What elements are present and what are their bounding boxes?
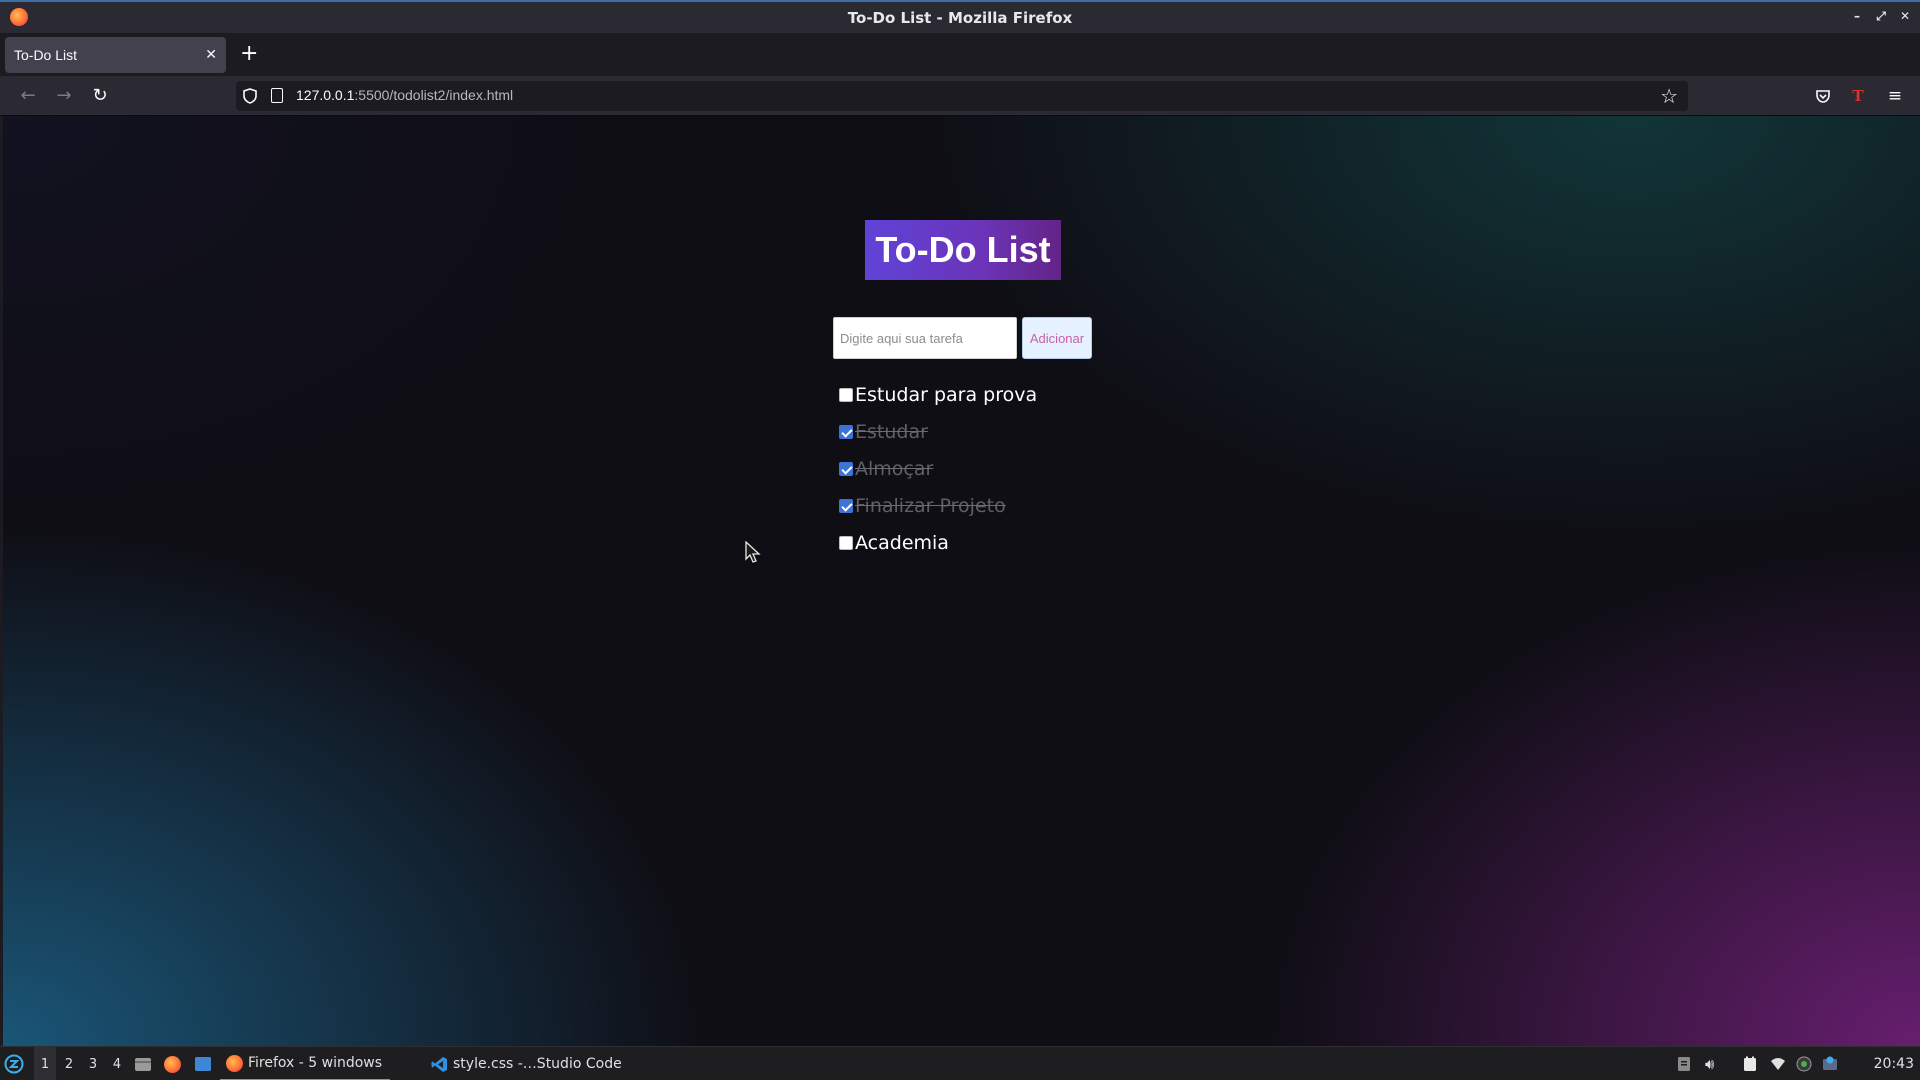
task-item: Estudar (839, 413, 1037, 450)
firefox-launcher-icon[interactable] (164, 1047, 181, 1080)
reload-icon[interactable]: ↻ (88, 84, 112, 108)
back-arrow-icon[interactable]: ← (16, 84, 40, 108)
workspace-2[interactable]: 2 (58, 1047, 80, 1080)
task-label: Estudar (855, 420, 928, 443)
update-notifier-icon[interactable] (1822, 1056, 1838, 1072)
workspace-3[interactable]: 3 (82, 1047, 104, 1080)
task-label: Finalizar Projeto (855, 494, 1006, 517)
pocket-icon[interactable] (1811, 84, 1835, 108)
task-label: Academia (855, 531, 949, 554)
workspace-4[interactable]: 4 (106, 1047, 128, 1080)
workspace-1[interactable]: 1 (34, 1047, 56, 1080)
task-item: Estudar para prova (839, 376, 1037, 413)
system-taskbar: 1 2 3 4 Firefox - 5 windows style.css -…… (0, 1046, 1920, 1080)
wifi-icon[interactable] (1770, 1056, 1786, 1072)
url-path: :5500/todolist2/index.html (354, 87, 514, 103)
file-manager-icon[interactable] (134, 1047, 152, 1080)
task-label: Almoçar (855, 457, 934, 480)
url-bar[interactable]: 127.0.0.1:5500/todolist2/index.html ☆ (236, 81, 1688, 111)
window-title: To-Do List - Mozilla Firefox (847, 8, 1073, 27)
tab-label: To-Do List (14, 47, 78, 63)
task-item: Almoçar (839, 450, 1037, 487)
firefox-icon (10, 8, 28, 26)
forward-arrow-icon[interactable]: → (52, 84, 76, 108)
task-item: Finalizar Projeto (839, 487, 1037, 524)
clipboard-icon[interactable] (1676, 1056, 1692, 1072)
url-text[interactable]: 127.0.0.1:5500/todolist2/index.html (296, 87, 513, 103)
task-checkbox[interactable] (839, 498, 853, 513)
start-menu-icon[interactable] (4, 1047, 24, 1080)
navigation-bar: ← → ↻ 127.0.0.1:5500/todolist2/index.htm… (0, 76, 1920, 116)
close-tab-icon[interactable]: ✕ (205, 46, 217, 64)
mouse-pointer-icon (745, 541, 761, 563)
hamburger-menu-icon[interactable]: ≡ (1883, 84, 1907, 108)
tab-todo-list[interactable]: To-Do List ✕ (5, 37, 226, 73)
new-tab-icon[interactable]: + (240, 43, 258, 65)
volume-icon[interactable]: 🔊︎ (1705, 1056, 1721, 1072)
taskbar-app-vscode[interactable]: style.css -…Studio Code (425, 1047, 628, 1080)
vscode-icon (431, 1056, 447, 1072)
close-window-icon[interactable]: ✕ (1898, 8, 1912, 24)
url-host: 127.0.0.1 (296, 87, 355, 103)
task-label: Estudar para prova (855, 383, 1038, 406)
network-manager-icon[interactable] (1796, 1056, 1812, 1072)
task-checkbox[interactable] (839, 387, 853, 402)
task-input[interactable] (833, 317, 1017, 359)
minimize-icon[interactable]: – (1850, 8, 1864, 24)
maximize-icon[interactable]: ⤢ (1874, 8, 1888, 24)
firefox-icon (226, 1054, 243, 1072)
system-clock: 20:43 (1873, 1056, 1914, 1072)
tab-strip: To-Do List ✕ + (0, 33, 1920, 76)
terminal-icon[interactable] (194, 1047, 212, 1080)
taskbar-app-label: style.css -…Studio Code (453, 1056, 622, 1072)
page-title: To-Do List (865, 220, 1061, 280)
page-viewport: To-Do List Adicionar Estudar para prova … (3, 116, 1920, 1046)
task-item: Academia (839, 524, 1037, 561)
taskbar-app-firefox[interactable]: Firefox - 5 windows (220, 1047, 391, 1080)
window-titlebar: To-Do List - Mozilla Firefox – ⤢ ✕ (0, 0, 1920, 33)
notes-icon[interactable] (1742, 1056, 1758, 1072)
window-controls: – ⤢ ✕ (1850, 8, 1912, 24)
task-checkbox[interactable] (839, 461, 853, 476)
task-list: Estudar para prova Estudar Almoçar Final… (839, 376, 1037, 561)
shield-icon[interactable] (243, 88, 257, 104)
taskbar-app-label: Firefox - 5 windows (248, 1055, 383, 1071)
task-checkbox[interactable] (839, 535, 853, 550)
task-checkbox[interactable] (839, 424, 853, 439)
bookmark-star-icon[interactable]: ☆ (1660, 84, 1678, 108)
add-task-button[interactable]: Adicionar (1022, 317, 1092, 359)
extension-t-icon[interactable]: T (1846, 84, 1870, 108)
page-icon (271, 88, 283, 103)
